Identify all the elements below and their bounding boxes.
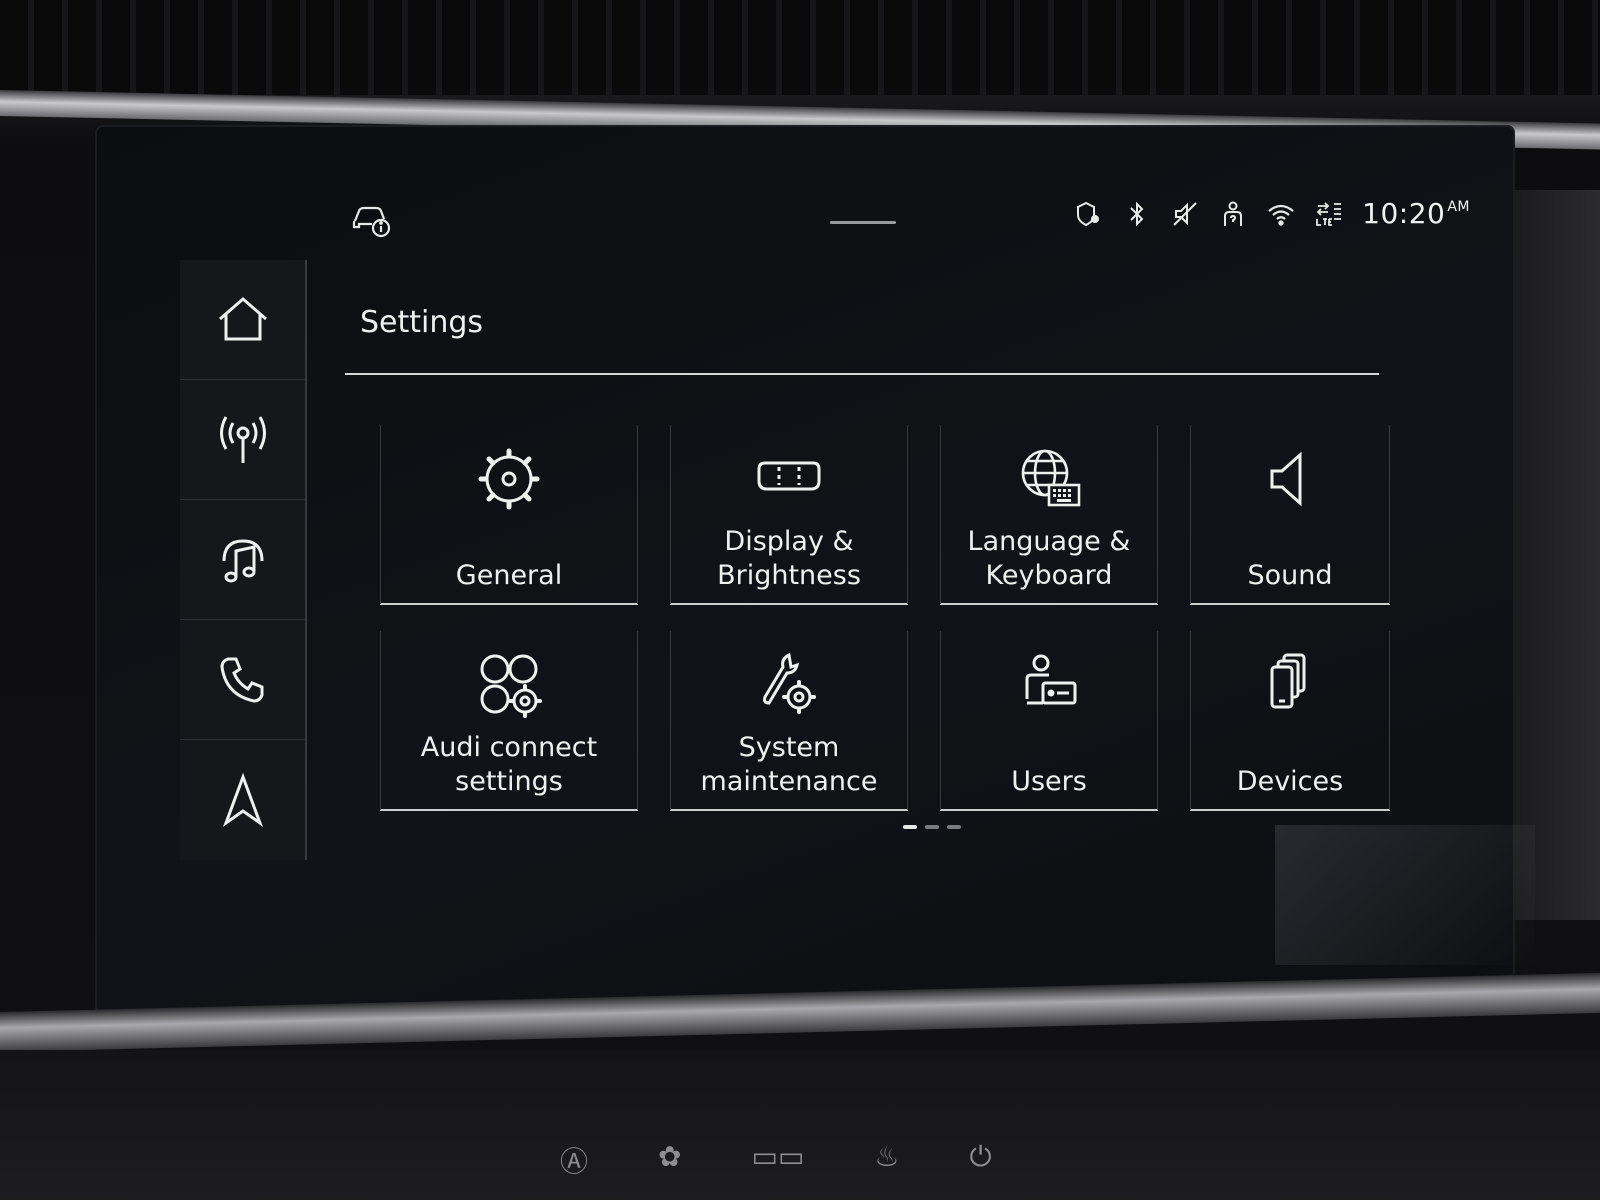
fan-icon[interactable]: ✿ [658,1140,681,1180]
tile-audi-connect[interactable]: Audi connect settings [380,631,638,811]
seat-heat-icon[interactable]: ♨ [874,1140,899,1180]
page-indicator[interactable] [903,825,961,829]
status-bar: 10:20 AM [350,195,1470,255]
nav-navigation[interactable] [180,740,305,859]
screen-bezel-right [1510,190,1600,920]
tile-label: Sound [1247,560,1333,591]
navigation-arrow-icon [222,772,263,827]
tile-label: Language & Keyboard [967,526,1131,591]
speaker-icon [1270,451,1302,507]
page-dot-3[interactable] [947,825,961,829]
nav-home[interactable] [180,260,305,380]
clock-time: 10:20 [1362,197,1446,230]
tile-language-keyboard[interactable]: Language & Keyboard [940,425,1158,605]
power-icon[interactable]: ⏻ [970,1140,992,1180]
tile-display-brightness[interactable]: Display & Brightness [670,425,908,605]
clock: 10:20 AM [1362,197,1470,230]
devices-icon [1270,653,1306,709]
privacy-user-icon [1224,201,1243,226]
home-icon [218,296,267,340]
gear-icon [478,448,540,510]
tile-users[interactable]: Users [940,631,1158,811]
car-dashboard: 10:20 AM Settings General Display & Brig… [0,0,1600,1200]
screen-glare [1275,825,1535,965]
user-card-icon [1025,654,1077,705]
tile-label: Audi connect settings [420,732,598,797]
tile-system-maintenance[interactable]: System maintenance [670,631,908,811]
car-info-icon[interactable] [350,197,392,239]
tile-label: Devices [1236,766,1344,797]
climate-auto-icon[interactable]: Ⓐ [560,1140,588,1180]
page-title: Settings [360,305,484,340]
tile-general[interactable]: General [380,425,638,605]
status-icons: 10:20 AM [1074,197,1470,230]
wifi-icon [1268,204,1294,226]
location-icon [1077,201,1100,226]
drag-handle[interactable] [830,221,896,224]
nav-radio[interactable] [180,380,305,500]
connect-rings-icon [480,654,542,718]
phone-icon [219,657,263,703]
bluetooth-icon [1130,201,1144,226]
title-divider [345,373,1379,375]
clock-ampm: AM [1447,199,1470,215]
tile-label: Users [1011,766,1087,797]
mute-icon [1173,201,1197,226]
nav-phone[interactable] [180,620,305,740]
display-icon [757,461,821,491]
page-dot-2[interactable] [925,825,939,829]
settings-grid: General Display & Brightness Language & … [380,425,1390,815]
globe-keyboard-icon [1021,449,1081,507]
tile-devices[interactable]: Devices [1190,631,1390,811]
music-note-icon [222,538,263,582]
page-dot-1[interactable] [903,825,917,829]
infotainment-screen: 10:20 AM Settings General Display & Brig… [95,125,1535,1015]
wrench-gear-icon [763,652,816,714]
rear-defrost-icon[interactable]: ▭▭ [751,1140,804,1180]
tile-label: System maintenance [700,732,878,797]
nav-media[interactable] [180,500,305,620]
tile-label: Display & Brightness [717,526,861,591]
tile-sound[interactable]: Sound [1190,425,1390,605]
tile-label: General [455,560,563,591]
climate-controls: Ⓐ ✿ ▭▭ ♨ ⏻ [560,1140,992,1180]
lte-data-icon [1316,201,1342,226]
air-vent [0,0,1600,95]
side-navigation [180,260,307,860]
radio-antenna-icon [219,415,266,463]
